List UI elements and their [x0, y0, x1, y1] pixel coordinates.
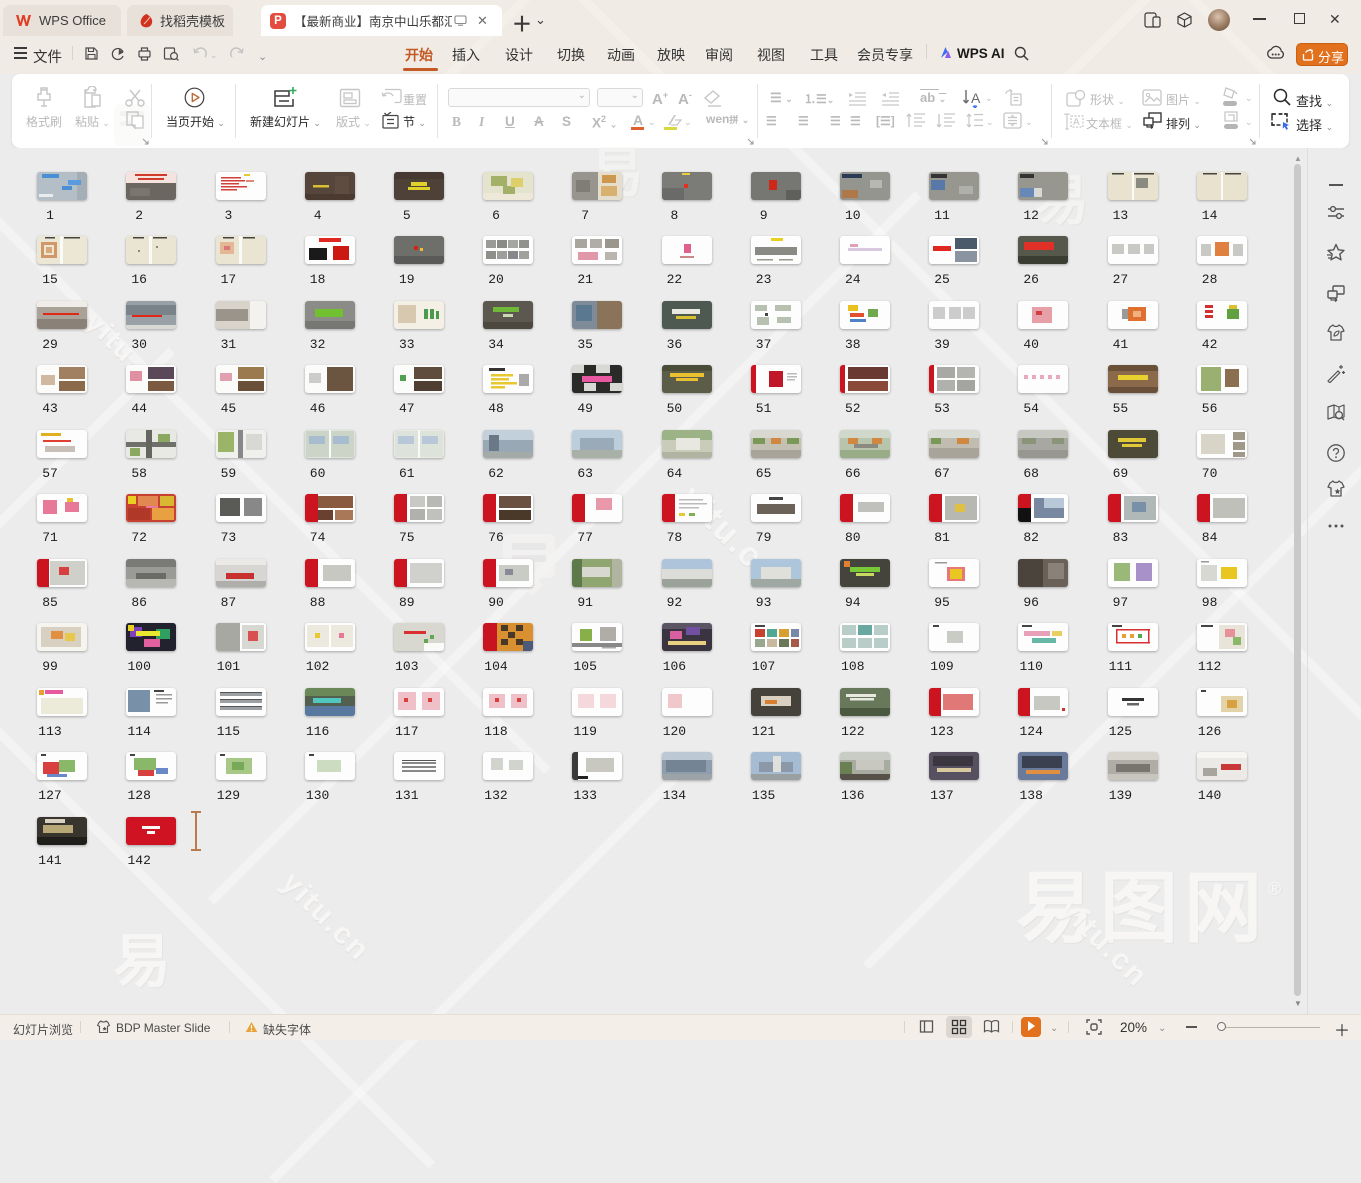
svg-text:A: A: [1073, 117, 1080, 128]
svg-text:A: A: [971, 90, 981, 106]
